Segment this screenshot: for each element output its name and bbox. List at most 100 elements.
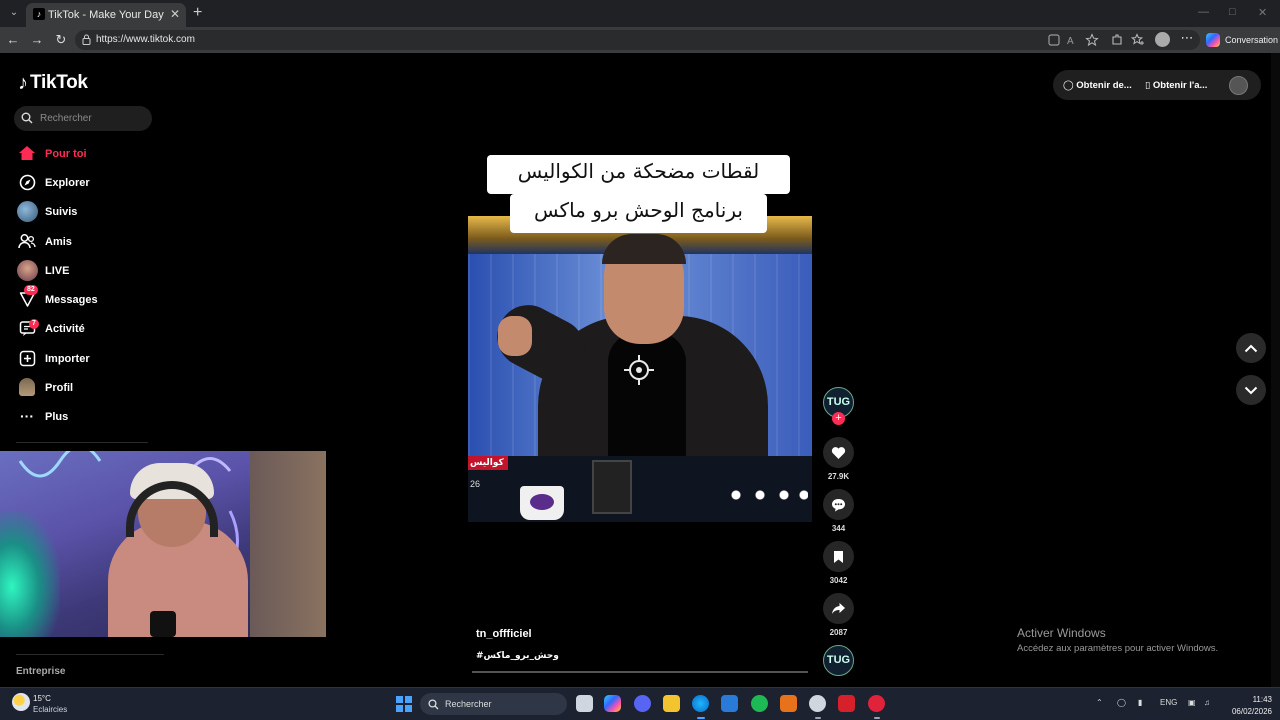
edge-active-indicator [697,717,705,719]
extensions-icon[interactable] [1110,33,1124,47]
browser-profile-avatar[interactable] [1155,32,1170,47]
copilot-conversation-button[interactable]: Conversation [1203,31,1280,49]
profile-avatar-icon [16,376,38,398]
nav-item-profil[interactable]: Profil [16,376,196,400]
store-app-icon[interactable] [721,695,738,712]
close-window-icon[interactable]: ✕ [1258,6,1267,19]
weather-sun-cloud-icon [12,693,30,711]
tab-title: TikTok - Make Your Day [48,9,164,21]
nav-label: LIVE [45,265,70,277]
comment-button[interactable]: 344 [822,489,855,533]
nav-item-pour-toi[interactable]: Pour toi [16,142,196,166]
save-button[interactable]: 3042 [822,541,855,585]
clock-time: 11:43 [1252,695,1272,704]
tiktok-logo[interactable]: ♪ TikTok [18,70,88,96]
friends-icon [16,230,38,252]
more-icon: ··· [20,408,34,424]
previous-video-button[interactable] [1236,333,1266,363]
language-indicator[interactable]: ENG [1160,698,1177,707]
video-hashtag[interactable]: #وحش_برو_ماكس [476,651,559,661]
get-coins-button[interactable]: ◯ Obtenir de... [1063,80,1132,91]
video-username[interactable]: tn_offficiel [476,628,532,640]
like-button[interactable]: 27.9K [822,437,855,481]
browser-tab[interactable]: ♪ TikTok - Make Your Day ✕ [26,3,186,27]
footer-entreprise-link[interactable]: Entreprise [16,666,65,677]
nav-label: Amis [45,236,72,248]
nav-item-amis[interactable]: Amis [16,230,196,254]
favorite-star-icon[interactable] [1085,33,1099,47]
webcam-overlay [0,451,326,637]
weather-condition: Eclaircies [33,705,68,714]
home-icon [16,142,38,164]
forward-icon[interactable]: → [29,32,45,47]
microphone-icon[interactable]: ▮ [1138,698,1142,707]
volume-icon[interactable]: ♫ [1204,698,1210,707]
nav-item-live[interactable]: LIVE [16,259,196,283]
sidebar-footer-divider [16,654,164,655]
copilot-app-icon[interactable] [604,695,621,712]
nav-label: Profil [45,382,74,394]
recording-app-icon[interactable] [868,695,885,712]
nav-item-plus[interactable]: ··· Plus [16,405,196,429]
share-button[interactable]: 2087 [822,593,855,637]
taskbar-search[interactable]: Rechercher [420,693,567,715]
display-icon[interactable]: ▣ [1188,698,1196,707]
reload-icon[interactable]: ↻ [53,32,69,48]
nav-item-activite[interactable]: 7 Activité [16,317,196,341]
nav-item-importer[interactable]: Importer [16,347,196,371]
task-view-icon[interactable] [576,695,593,712]
app-available-icon[interactable] [1047,33,1061,47]
file-explorer-icon[interactable] [663,695,680,712]
search-input[interactable]: Rechercher [14,106,152,131]
spotify-app-icon[interactable] [751,695,768,712]
edge-browser-icon[interactable] [692,695,709,712]
follow-plus-icon[interactable]: + [832,412,845,425]
back-icon[interactable]: ← [5,32,21,47]
live-avatar-icon [16,259,38,281]
nav-item-suivis[interactable]: Suivis [16,200,196,224]
next-video-button[interactable] [1236,375,1266,405]
cursor-crosshair-icon [624,355,654,385]
user-avatar[interactable] [1229,76,1248,95]
taskbar-search-label: Rechercher [445,699,492,709]
header-actions: ◯ Obtenir de... ▯ Obtenir l'a... [1053,70,1261,100]
tab-actions-chevron-icon[interactable]: ⌄ [6,5,22,21]
get-app-button[interactable]: ▯ Obtenir l'a... [1145,80,1207,91]
nav-item-explorer[interactable]: Explorer [16,171,196,195]
heart-icon [831,446,846,459]
recording-running-indicator [874,717,880,719]
tray-overflow-chevron-icon[interactable]: ⌃ [1096,698,1103,707]
video-progress-bar[interactable] [472,671,808,673]
page-scrollbar[interactable] [1271,53,1280,687]
conversation-label: Conversation [1225,35,1279,45]
discord-app-icon[interactable] [634,695,651,712]
video-banner-text: كواليس [470,457,504,467]
windows-start-icon[interactable] [396,696,412,712]
share-count: 2087 [829,628,848,637]
new-tab-icon[interactable]: + [193,4,202,22]
red-app-icon[interactable] [838,695,855,712]
close-tab-icon[interactable]: ✕ [170,7,180,21]
activity-badge: 7 [29,319,39,329]
translate-icon[interactable]: A [1066,33,1080,47]
maximize-icon[interactable]: □ [1229,6,1236,18]
next-creator-avatar[interactable]: TUG [823,645,854,676]
video-tablet [592,460,632,514]
webcam-led-glow [0,511,60,637]
nav-label: Suivis [45,206,78,218]
collections-icon[interactable] [1131,33,1145,47]
save-count: 3042 [829,576,848,585]
search-icon [428,699,439,710]
minimize-icon[interactable]: — [1198,6,1209,18]
nav-item-messages[interactable]: 82 Messages [16,285,196,312]
taskbar-clock[interactable]: 11:43 06/02/2026 [1226,694,1272,718]
obs-app-icon[interactable] [809,695,826,712]
address-bar[interactable]: https://www.tiktok.com [75,30,1200,50]
settings-more-icon[interactable]: ⋯ [1179,30,1195,46]
network-off-icon[interactable]: ◯ [1117,698,1126,707]
messages-badge: 82 [24,285,38,295]
nav-label: Importer [45,353,90,365]
nav-label: Plus [45,411,69,423]
obs-running-indicator [815,717,821,719]
vlc-app-icon[interactable] [780,695,797,712]
